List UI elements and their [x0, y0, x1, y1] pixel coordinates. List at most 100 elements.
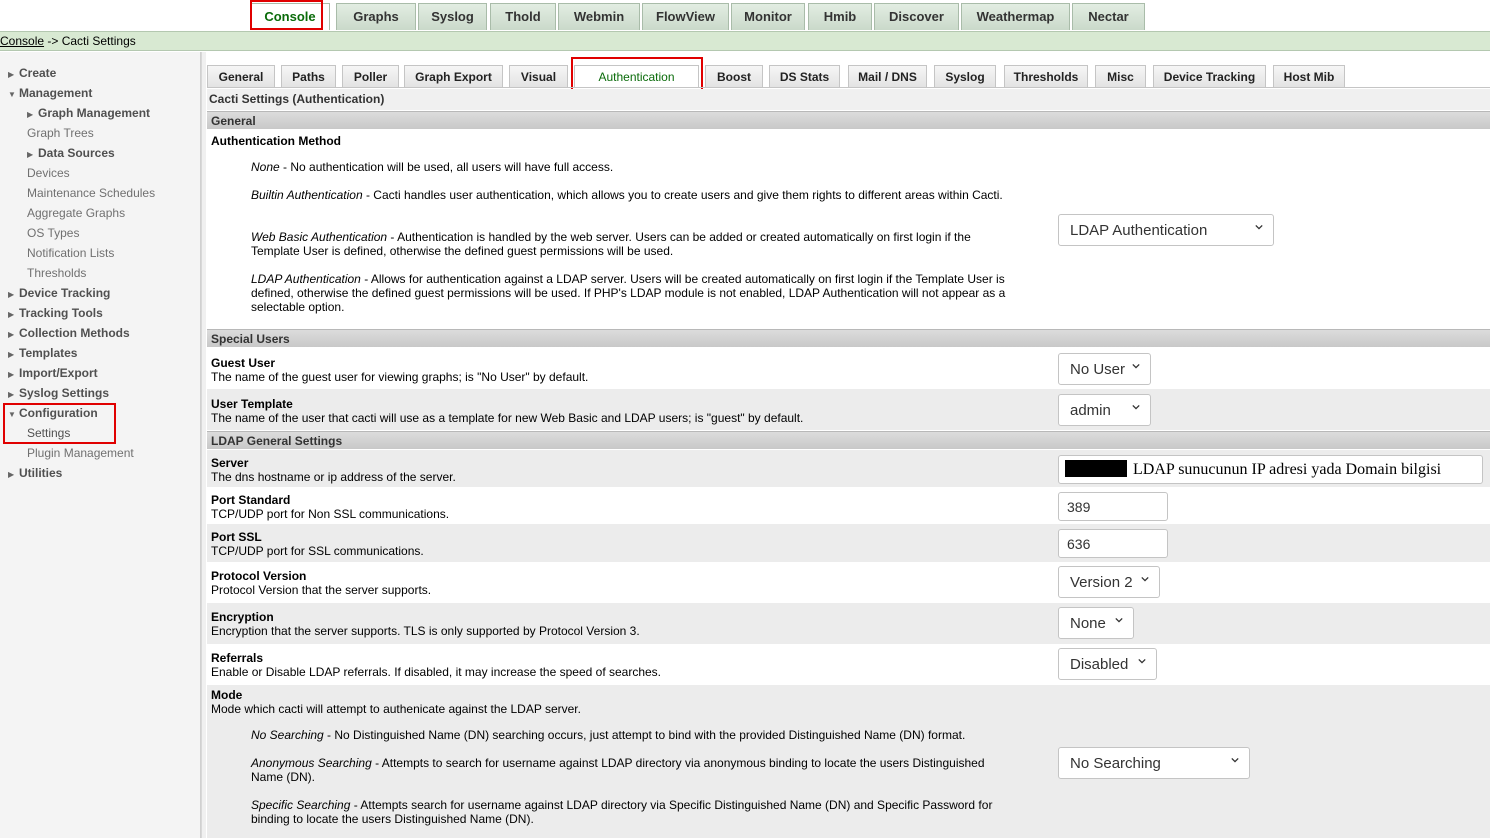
sidebar-item-aggregate-graphs[interactable]: Aggregate Graphs	[27, 206, 125, 220]
sidebar-item-thresholds[interactable]: Thresholds	[27, 266, 86, 280]
mode-nosearch-desc: No Searching - No Distinguished Name (DN…	[251, 728, 966, 742]
encryption-desc: Encryption that the server supports. TLS…	[211, 624, 640, 638]
referrals-label: Referrals	[211, 651, 264, 665]
sidebar-item-create[interactable]: ▶ Create	[8, 66, 56, 80]
protocol-version-desc: Protocol Version that the server support…	[211, 583, 432, 597]
tab-syslog[interactable]: Syslog	[934, 65, 996, 88]
sidebar-item-notification-lists[interactable]: Notification Lists	[27, 246, 114, 260]
tab-ds-stats[interactable]: DS Stats	[769, 65, 840, 88]
tab-authentication[interactable]: Authentication	[574, 65, 699, 88]
tab-mail-dns[interactable]: Mail / DNS	[848, 65, 927, 88]
chevron-down-icon	[1141, 576, 1149, 582]
row-guest-user: Guest User The name of the guest user fo…	[207, 348, 1490, 389]
tab-graph-export[interactable]: Graph Export	[404, 65, 503, 88]
caret-right-icon: ▶	[8, 390, 15, 399]
user-template-select[interactable]: admin	[1058, 394, 1151, 426]
row-protocol-version: Protocol Version Protocol Version that t…	[207, 562, 1490, 603]
caret-down-icon: ▼	[8, 410, 16, 419]
user-template-desc: The name of the user that cacti will use…	[211, 411, 804, 425]
breadcrumb-current: Cacti Settings	[61, 34, 136, 48]
row-server: Server The dns hostname or ip address of…	[207, 450, 1490, 487]
caret-right-icon: ▶	[27, 110, 34, 119]
caret-right-icon: ▶	[8, 290, 15, 299]
port-standard-input[interactable]: 389	[1058, 492, 1168, 521]
sidebar-item-tracking-tools[interactable]: ▶ Tracking Tools	[8, 306, 103, 320]
server-input[interactable]: LDAP sunucunun IP adresi yada Domain bil…	[1058, 455, 1483, 484]
section-ldap-general: LDAP General Settings	[207, 431, 1490, 449]
tab-paths[interactable]: Paths	[281, 65, 336, 88]
sidebar-item-settings[interactable]: Settings	[27, 426, 70, 440]
tab-graphs[interactable]: Graphs	[336, 3, 416, 30]
referrals-select[interactable]: Disabled	[1058, 648, 1157, 680]
sidebar-item-collection-methods[interactable]: ▶ Collection Methods	[8, 326, 130, 340]
sidebar-item-os-types[interactable]: OS Types	[27, 226, 79, 240]
guest-user-desc: The name of the guest user for viewing g…	[211, 370, 589, 384]
port-ssl-input[interactable]: 636	[1058, 529, 1168, 558]
caret-right-icon: ▶	[27, 150, 34, 159]
sidebar-item-data-sources[interactable]: ▶ Data Sources	[27, 146, 115, 160]
tab-syslog[interactable]: Syslog	[418, 3, 487, 30]
sidebar-item-maintenance-schedules[interactable]: Maintenance Schedules	[27, 186, 155, 200]
caret-down-icon: ▼	[8, 90, 16, 99]
settings-content: General Paths Poller Graph Export Visual…	[207, 52, 1490, 838]
port-standard-desc: TCP/UDP port for Non SSL communications.	[211, 507, 450, 521]
tab-misc[interactable]: Misc	[1095, 65, 1146, 88]
sidebar: ▶ Create ▼ Management ▶ Graph Management Gr…	[0, 52, 201, 838]
tab-general[interactable]: General	[207, 65, 275, 88]
tab-poller[interactable]: Poller	[342, 65, 399, 88]
tab-monitor[interactable]: Monitor	[731, 3, 805, 30]
port-ssl-desc: TCP/UDP port for SSL communications.	[211, 544, 424, 558]
tab-nectar[interactable]: Nectar	[1072, 3, 1145, 30]
settings-tabs: General Paths Poller Graph Export Visual…	[207, 57, 1490, 95]
sidebar-item-device-tracking[interactable]: ▶ Device Tracking	[8, 286, 110, 300]
auth-method-select[interactable]: LDAP Authentication	[1058, 214, 1274, 246]
sidebar-item-import-export[interactable]: ▶ Import/Export	[8, 366, 98, 380]
sidebar-item-devices[interactable]: Devices	[27, 166, 70, 180]
tab-thresholds[interactable]: Thresholds	[1004, 65, 1088, 88]
tab-console[interactable]: Console	[250, 3, 330, 30]
auth-webbasic-desc: Web Basic Authentication - Authenticatio…	[251, 230, 971, 258]
caret-right-icon: ▶	[8, 350, 15, 359]
mode-anon-desc: Anonymous Searching - Attempts to search…	[251, 756, 985, 784]
top-navigation: Console Graphs Syslog Thold Webmin FlowV…	[0, 0, 1490, 31]
encryption-select[interactable]: None	[1058, 607, 1134, 639]
tab-flowview[interactable]: FlowView	[642, 3, 729, 30]
tab-thold[interactable]: Thold	[490, 3, 556, 30]
tab-device-tracking[interactable]: Device Tracking	[1153, 65, 1266, 88]
tab-boost[interactable]: Boost	[705, 65, 763, 88]
encryption-label: Encryption	[211, 610, 274, 624]
protocol-version-select[interactable]: Version 2	[1058, 566, 1160, 598]
sidebar-item-plugin-management[interactable]: Plugin Management	[27, 446, 134, 460]
caret-right-icon: ▶	[8, 330, 15, 339]
sidebar-item-configuration[interactable]: ▼ Configuration	[8, 406, 98, 420]
sidebar-item-templates[interactable]: ▶ Templates	[8, 346, 77, 360]
chevron-down-icon	[1138, 658, 1146, 664]
section-special-users: Special Users	[207, 329, 1490, 347]
tab-discover[interactable]: Discover	[874, 3, 959, 30]
sidebar-item-graph-management[interactable]: ▶ Graph Management	[27, 106, 150, 120]
sidebar-item-graph-trees[interactable]: Graph Trees	[27, 126, 94, 140]
row-mode: Mode Mode which cacti will attempt to au…	[207, 685, 1490, 838]
row-port-standard: Port Standard TCP/UDP port for Non SSL c…	[207, 487, 1490, 524]
chevron-down-icon	[1132, 363, 1140, 369]
tab-weathermap[interactable]: Weathermap	[961, 3, 1070, 30]
guest-user-label: Guest User	[211, 356, 276, 370]
tab-host-mib[interactable]: Host Mib	[1273, 65, 1345, 88]
auth-builtin-desc: Builtin Authentication - Cacti handles u…	[251, 188, 1003, 202]
tab-hmib[interactable]: Hmib	[808, 3, 872, 30]
mode-label: Mode	[211, 688, 243, 702]
tab-webmin[interactable]: Webmin	[558, 3, 640, 30]
redacted-block	[1065, 460, 1127, 477]
mode-select[interactable]: No Searching	[1058, 747, 1250, 779]
guest-user-select[interactable]: No User	[1058, 353, 1151, 385]
breadcrumb-console-link[interactable]: Console	[0, 34, 44, 48]
tab-divider	[207, 87, 1490, 88]
auth-none-desc: None - No authentication will be used, a…	[251, 160, 614, 174]
sidebar-splitter[interactable]	[201, 52, 206, 838]
auth-ldap-desc: LDAP Authentication - Allows for authent…	[251, 272, 1006, 314]
server-desc: The dns hostname or ip address of the se…	[211, 470, 456, 484]
tab-visual[interactable]: Visual	[509, 65, 568, 88]
sidebar-item-syslog-settings[interactable]: ▶ Syslog Settings	[8, 386, 109, 400]
sidebar-item-utilities[interactable]: ▶ Utilities	[8, 466, 62, 480]
sidebar-item-management[interactable]: ▼ Management	[8, 86, 92, 100]
